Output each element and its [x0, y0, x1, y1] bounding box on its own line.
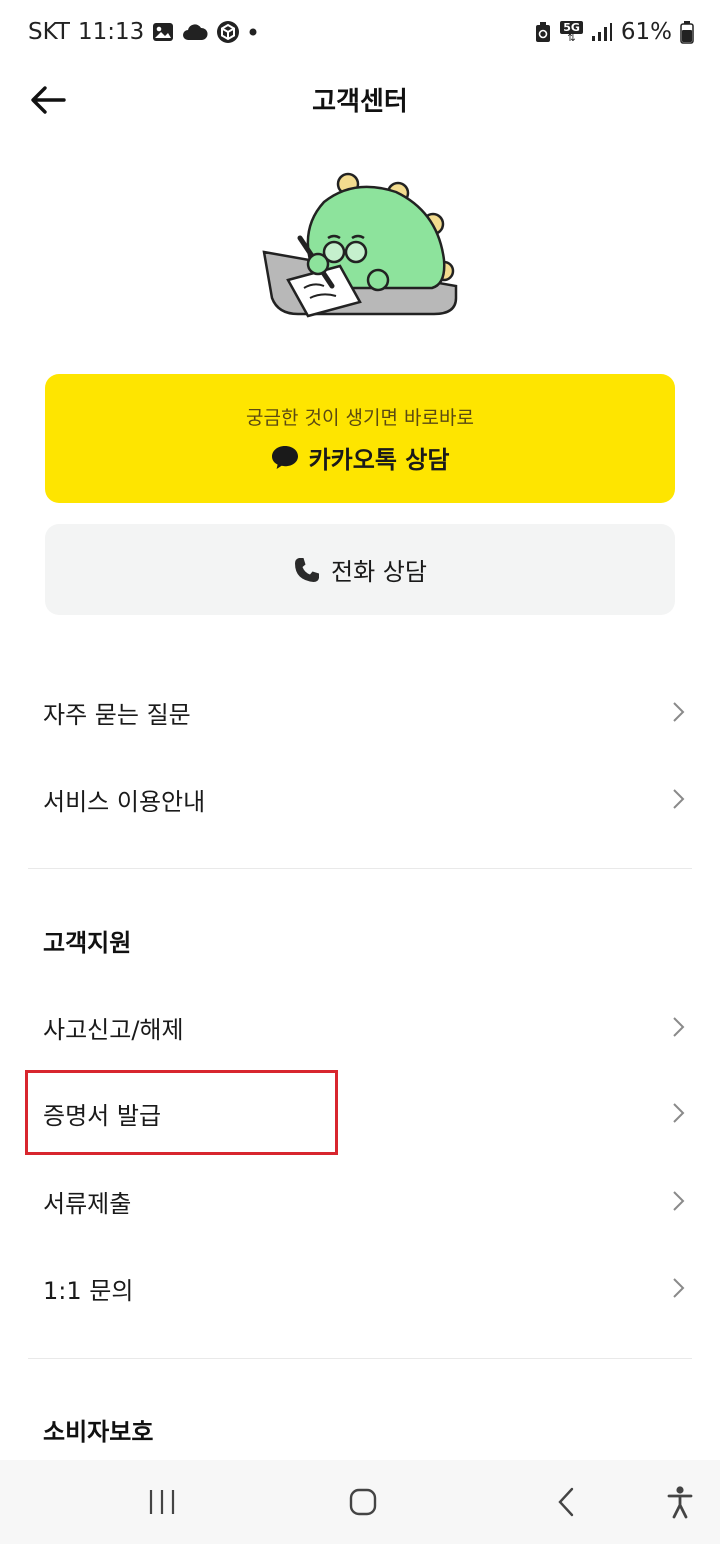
back-button[interactable] [24, 76, 72, 124]
clock: 11:13 [77, 19, 145, 45]
section-title-consumer-protection: 소비자보호 [43, 1418, 154, 1446]
network-5g-icon: 5G ⇅ [560, 20, 583, 44]
app-header: 고객센터 [0, 64, 720, 134]
kakaotalk-consult-button[interactable]: 궁금한 것이 생기면 바로바로 카카오톡 상담 [45, 374, 675, 503]
chevron-right-icon [673, 702, 685, 722]
phone-consult-button[interactable]: 전화 상담 [45, 524, 675, 615]
phone-icon [295, 557, 320, 582]
chevron-left-icon [558, 1487, 574, 1517]
recent-apps-icon [149, 1490, 175, 1514]
chevron-right-icon [673, 1191, 685, 1211]
home-button[interactable] [339, 1480, 387, 1524]
menu-item-faq[interactable]: 자주 묻는 질문 [0, 672, 720, 752]
menu-item-label: 서류제출 [43, 1189, 132, 1218]
status-bar: SKT 11:13 5G ⇅ 61% [0, 0, 720, 64]
notification-dot-icon [248, 27, 258, 37]
section-title-customer-support: 고객지원 [43, 929, 132, 957]
menu-item-service-guide[interactable]: 서비스 이용안내 [0, 759, 720, 839]
menu-item-label: 증명서 발급 [43, 1101, 162, 1130]
system-navigation-bar [0, 1460, 720, 1544]
accessibility-icon [667, 1486, 693, 1519]
menu-item-label: 1:1 문의 [43, 1276, 134, 1305]
status-left: SKT 11:13 [28, 19, 258, 45]
menu-item-label: 자주 묻는 질문 [43, 700, 191, 729]
page-title: 고객센터 [312, 86, 408, 117]
chevron-right-icon [673, 1103, 685, 1123]
system-back-button[interactable] [542, 1480, 590, 1524]
kakaotalk-consult-label: 카카오톡 상담 [308, 445, 450, 474]
menu-item-one-on-one-inquiry[interactable]: 1:1 문의 [0, 1248, 720, 1328]
kakaotalk-consult-subtitle: 궁금한 것이 생기면 바로바로 [246, 406, 474, 429]
menu-item-label: 사고신고/해제 [43, 1015, 184, 1044]
accessibility-button[interactable] [656, 1480, 704, 1524]
gallery-icon [152, 22, 174, 42]
network-type: 5G [560, 20, 583, 34]
chat-bubble-icon [271, 446, 298, 469]
home-icon [349, 1488, 377, 1516]
signal-icon [591, 22, 613, 42]
battery-percent: 61% [620, 19, 672, 45]
chevron-right-icon [673, 1278, 685, 1298]
cloud-icon [182, 23, 208, 41]
mascot-illustration [258, 168, 462, 320]
menu-item-certificate-issue[interactable]: 증명서 발급 [0, 1073, 720, 1153]
battery-icon [680, 20, 694, 44]
section-divider [28, 1358, 692, 1359]
box-icon [216, 20, 240, 44]
kakaotalk-consult-row: 카카오톡 상담 [271, 440, 450, 475]
battery-saver-icon [534, 21, 552, 43]
arrow-left-icon [31, 86, 66, 114]
menu-item-accident-report[interactable]: 사고신고/해제 [0, 987, 720, 1067]
status-right: 5G ⇅ 61% [534, 19, 694, 45]
chevron-right-icon [673, 789, 685, 809]
phone-consult-label: 전화 상담 [331, 558, 427, 586]
menu-item-document-submission[interactable]: 서류제출 [0, 1161, 720, 1241]
chevron-right-icon [673, 1017, 685, 1037]
menu-item-label: 서비스 이용안내 [43, 787, 206, 816]
carrier-label: SKT [28, 19, 70, 45]
recent-apps-button[interactable] [138, 1480, 186, 1524]
section-divider [28, 868, 692, 869]
